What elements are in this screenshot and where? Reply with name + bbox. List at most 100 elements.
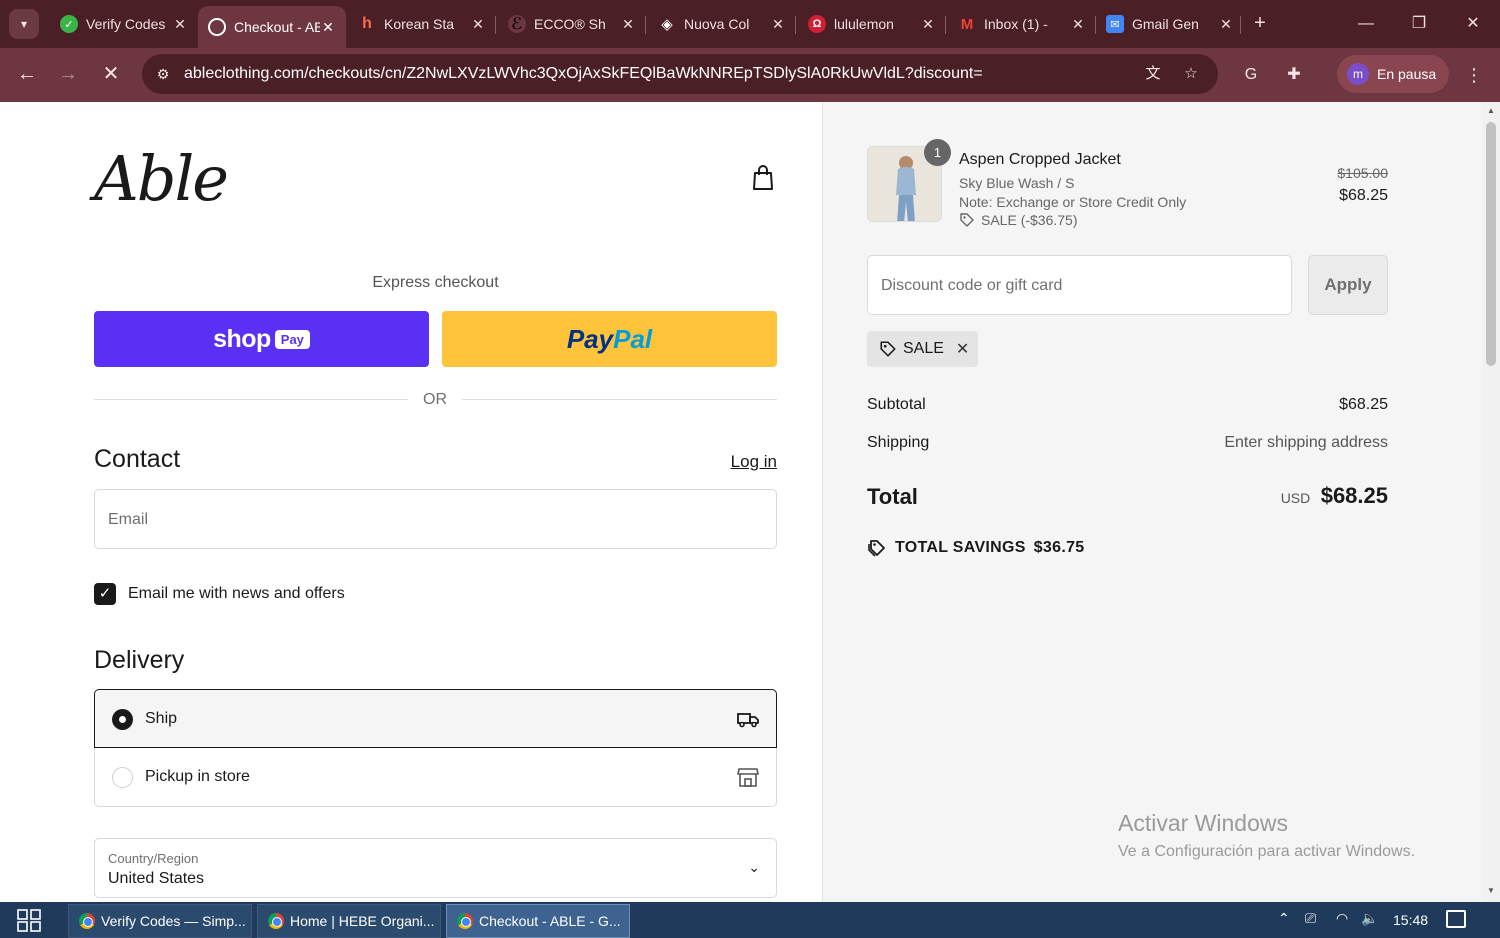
- pickup-radio[interactable]: [112, 767, 133, 788]
- back-icon[interactable]: ←: [12, 60, 42, 90]
- country-region-select[interactable]: Country/Region United States ⌄: [94, 838, 777, 898]
- tray-chevron-up-icon[interactable]: ⌃: [1278, 910, 1290, 927]
- tag-icon: [960, 213, 974, 227]
- tray-volume-icon[interactable]: 🔈: [1361, 910, 1378, 927]
- shopping-bag-icon[interactable]: [750, 164, 776, 192]
- korean-favicon-icon: h: [362, 15, 372, 32]
- address-bar[interactable]: ⚙ ableclothing.com/checkouts/cn/Z2NwLXVz…: [142, 54, 1218, 94]
- checkout-main-column: Able Express checkout shop Pay Pay Pal OR…: [0, 102, 822, 902]
- delivery-heading: Delivery: [94, 646, 185, 674]
- tab-lululemon[interactable]: Ω lululemon ✕: [798, 6, 946, 42]
- ship-label: Ship: [145, 710, 178, 727]
- tray-network-adapter-icon[interactable]: ⎚: [1305, 910, 1316, 927]
- verify-codes-favicon-icon: ✓: [60, 15, 78, 33]
- restore-icon[interactable]: ❐: [1407, 12, 1431, 36]
- taskbar-item-label: Verify Codes — Simp...: [101, 913, 246, 929]
- tab-ecco[interactable]: ℰ ECCO® Sh ✕: [498, 6, 646, 42]
- close-icon[interactable]: ✕: [620, 16, 636, 33]
- avatar: m: [1347, 63, 1369, 85]
- url-text[interactable]: ableclothing.com/checkouts/cn/Z2NwLXVzLW…: [184, 65, 1124, 83]
- forward-icon[interactable]: →: [53, 60, 83, 90]
- close-icon[interactable]: ✕: [320, 19, 336, 36]
- tab-label: lululemon: [834, 16, 894, 32]
- close-icon[interactable]: ✕: [470, 16, 486, 33]
- new-tab-button[interactable]: +: [1248, 12, 1272, 36]
- gmail-favicon-icon: M: [960, 15, 974, 33]
- google-translate-extension-icon[interactable]: G: [1238, 62, 1264, 88]
- tab-verify-codes[interactable]: ✓ Verify Codes ✕: [50, 6, 198, 42]
- news-offers-label[interactable]: Email me with news and offers: [128, 585, 345, 603]
- windows-activation-watermark: Activar Windows Ve a Configuración para …: [1118, 810, 1415, 861]
- window-close-icon[interactable]: ✕: [1461, 12, 1485, 36]
- product-note: Note: Exchange or Store Credit Only: [959, 194, 1187, 210]
- scroll-up-icon[interactable]: ▲: [1486, 106, 1496, 116]
- remove-discount-icon[interactable]: ✕: [956, 339, 969, 359]
- extensions-puzzle-icon[interactable]: ✚: [1281, 62, 1307, 88]
- divider: [462, 399, 777, 400]
- log-in-link[interactable]: Log in: [700, 452, 777, 472]
- total-label: Total: [867, 484, 918, 509]
- site-settings-icon[interactable]: ⚙: [152, 63, 174, 85]
- watermark-subtitle: Ve a Configuración para activar Windows.: [1118, 843, 1416, 860]
- tab-label: Korean Sta: [384, 16, 455, 32]
- shop-pay-button[interactable]: shop Pay: [94, 311, 429, 367]
- stop-loading-icon[interactable]: ✕: [96, 60, 126, 90]
- taskbar-item-verify-codes[interactable]: Verify Codes — Simp...: [68, 904, 252, 938]
- product-variant: Sky Blue Wash / S: [959, 175, 1075, 191]
- paypal-wordmark-part1: Pay: [566, 323, 614, 354]
- tab-separator: [645, 16, 646, 34]
- email-input[interactable]: Email: [94, 489, 777, 549]
- applied-discount-code: SALE: [903, 340, 944, 357]
- close-icon[interactable]: ✕: [172, 16, 188, 33]
- or-separator: OR: [423, 391, 447, 408]
- taskbar-item-checkout[interactable]: Checkout - ABLE - G...: [446, 904, 630, 938]
- translate-icon[interactable]: 文: [1142, 63, 1164, 85]
- paypal-button[interactable]: Pay Pal: [442, 311, 777, 367]
- scroll-down-icon[interactable]: ▼: [1486, 886, 1496, 896]
- truck-icon: [737, 713, 759, 728]
- express-checkout-label: Express checkout: [372, 274, 499, 291]
- close-icon[interactable]: ✕: [920, 16, 936, 33]
- news-offers-checkbox[interactable]: ✓: [94, 583, 116, 605]
- browser-menu-icon[interactable]: ⋮: [1462, 62, 1486, 88]
- tab-gmail-generator[interactable]: ✉ Gmail Gen ✕: [1096, 6, 1244, 42]
- discount-code-input[interactable]: Discount code or gift card: [867, 255, 1292, 315]
- tab-label: Nuova Col: [684, 16, 750, 32]
- tab-search-button[interactable]: ▾: [9, 9, 39, 39]
- windows-taskbar: Verify Codes — Simp... Home | HEBE Organ…: [0, 902, 1500, 938]
- delivery-option-ship[interactable]: Ship: [94, 689, 777, 748]
- store-logo[interactable]: Able: [94, 142, 229, 215]
- ecco-favicon-icon: ℰ: [508, 15, 526, 33]
- applied-discount-tag: SALE ✕: [867, 331, 978, 367]
- tab-label: Verify Codes: [86, 16, 166, 32]
- notifications-icon[interactable]: [1446, 910, 1466, 928]
- tab-korean[interactable]: h Korean Sta ✕: [348, 6, 496, 42]
- tab-separator: [495, 16, 496, 34]
- tray-wifi-icon[interactable]: ◠: [1336, 910, 1348, 927]
- taskbar-item-hebe[interactable]: Home | HEBE Organi...: [257, 904, 441, 938]
- total-savings: TOTAL SAVINGS $36.75: [867, 539, 1084, 557]
- tab-nuova[interactable]: ◈ Nuova Col ✕: [648, 6, 796, 42]
- ship-radio[interactable]: [112, 709, 133, 730]
- task-view-icon[interactable]: [14, 908, 44, 932]
- close-icon[interactable]: ✕: [1218, 16, 1234, 33]
- subtotal-label: Subtotal: [867, 396, 926, 413]
- taskbar-clock[interactable]: 15:48: [1393, 912, 1428, 928]
- close-icon[interactable]: ✕: [770, 16, 786, 33]
- bookmark-star-icon[interactable]: ☆: [1180, 63, 1202, 85]
- browser-toolbar: ← → ✕ ⚙ ableclothing.com/checkouts/cn/Z2…: [0, 48, 1500, 102]
- chrome-icon: [457, 913, 473, 929]
- divider: [94, 399, 408, 400]
- scrollbar-thumb[interactable]: [1486, 122, 1496, 366]
- tab-label: ECCO® Sh: [534, 16, 606, 32]
- page-scrollbar[interactable]: ▲ ▼: [1482, 102, 1500, 902]
- tab-checkout-able[interactable]: Checkout - ABLE ✕: [198, 6, 346, 48]
- chrome-icon: [79, 913, 95, 929]
- profile-button[interactable]: m En pausa: [1337, 55, 1449, 93]
- country-region-label: Country/Region: [108, 851, 199, 866]
- tab-inbox[interactable]: M Inbox (1) - ✕: [948, 6, 1096, 42]
- close-icon[interactable]: ✕: [1070, 16, 1086, 33]
- minimize-icon[interactable]: —: [1354, 12, 1378, 36]
- apply-button[interactable]: Apply: [1308, 255, 1388, 315]
- delivery-option-pickup[interactable]: Pickup in store: [94, 748, 777, 807]
